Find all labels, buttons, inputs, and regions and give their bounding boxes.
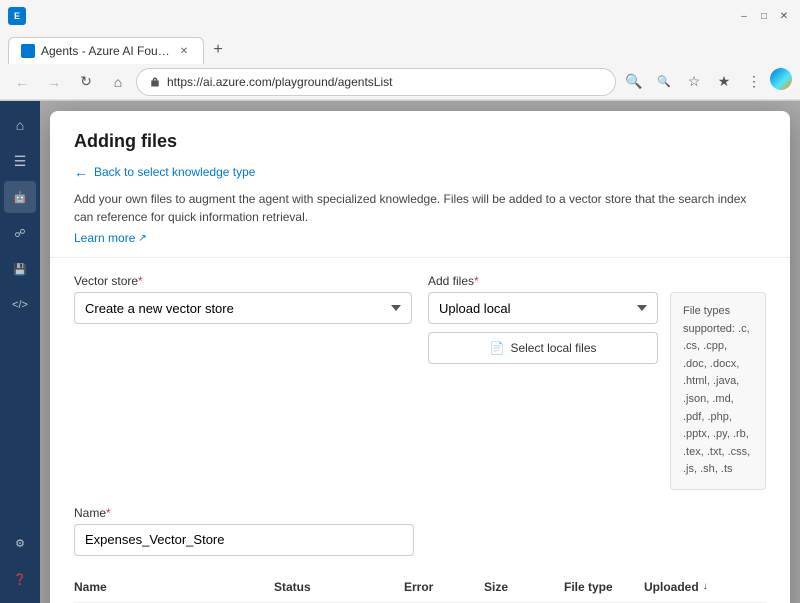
vector-store-select[interactable]: Create a new vector store [74,292,412,324]
window-controls: – □ ✕ [736,8,792,24]
name-required: * [106,506,111,520]
files-table: Name Status Error Size File type Uploade… [74,572,766,603]
tab-favicon [21,44,35,58]
add-files-select[interactable]: Upload local [428,292,658,324]
sidebar-models-button[interactable]: ☍ [4,217,36,249]
sidebar-data-button[interactable]: 💾 [4,253,36,285]
title-bar: E – □ ✕ [0,0,800,32]
tab-close-button[interactable]: ✕ [177,44,191,58]
select-files-label: Select local files [510,341,596,355]
name-input[interactable] [74,524,414,556]
back-link[interactable]: ← Back to select knowledge type [74,164,766,180]
file-types-info: File types supported: .c, .cs, .cpp, .do… [670,292,766,490]
learn-more-label: Learn more [74,231,135,245]
title-bar-left: E [8,7,26,25]
browser-logo: E [8,7,26,25]
active-tab[interactable]: Agents - Azure AI Foundry ✕ [8,37,204,64]
lock-icon [149,76,161,88]
back-link-label: Back to select knowledge type [94,165,255,179]
home-button[interactable]: ⌂ [104,68,132,96]
nav-actions: 🔍 🔍 ☆ ★ ⋮ [620,68,792,96]
select-files-button[interactable]: 📄 Select local files [428,332,658,364]
add-files-required: * [474,274,479,288]
vector-store-required: * [138,274,143,288]
tab-label: Agents - Azure AI Foundry [41,44,171,58]
sidebar-agents-button[interactable]: 🤖 [4,181,36,213]
col-header-uploaded[interactable]: Uploaded ↓ [644,580,766,594]
tab-bar: Agents - Azure AI Foundry ✕ + [0,32,800,64]
col-header-error: Error [404,580,484,594]
zoom-button[interactable]: 🔍 [650,68,678,96]
col-header-name: Name [74,580,274,594]
more-button[interactable]: ⋮ [740,68,768,96]
main-area: ⌂ ☰ 🤖 ☍ 💾 </> ⚙ ❓ Adding files ← Back to… [0,101,800,603]
col-header-status: Status [274,580,404,594]
sidebar-code-button[interactable]: </> [4,289,36,321]
modal-overlay: Adding files ← Back to select knowledge … [40,101,800,603]
adding-files-modal: Adding files ← Back to select knowledge … [50,111,790,603]
add-files-inner: Upload local 📄 Select local files File t… [428,292,766,490]
sidebar-settings-button[interactable]: ⚙ [4,527,36,559]
favorites-button[interactable]: ☆ [680,68,708,96]
forward-button[interactable]: → [40,68,68,96]
table-header: Name Status Error Size File type Uploade… [74,572,766,603]
back-arrow-icon: ← [74,164,88,180]
sidebar-menu-button[interactable]: ☰ [4,145,36,177]
search-button[interactable]: 🔍 [620,68,648,96]
name-group: Name* [74,506,414,556]
maximize-button[interactable]: □ [756,8,772,24]
edge-profile-icon[interactable] [770,68,792,90]
content-area: Adding files ← Back to select knowledge … [40,101,800,603]
sidebar: ⌂ ☰ 🤖 ☍ 💾 </> ⚙ ❓ [0,101,40,603]
add-favorites-button[interactable]: ★ [710,68,738,96]
address-text: https://ai.azure.com/playground/agentsLi… [167,75,603,89]
col-header-filetype: File type [564,580,644,594]
add-files-group: Add files* Upload local 📄 Select lo [428,274,766,490]
form-row-1: Vector store* Create a new vector store … [74,274,766,490]
name-label: Name* [74,506,414,520]
nav-bar: ← → ↻ ⌂ https://ai.azure.com/playground/… [0,64,800,100]
new-tab-button[interactable]: + [204,36,232,64]
modal-header: Adding files ← Back to select knowledge … [50,111,790,258]
modal-body: Vector store* Create a new vector store … [50,258,790,603]
add-files-label: Add files* [428,274,766,288]
external-link-icon: ↗ [138,233,146,244]
refresh-button[interactable]: ↻ [72,68,100,96]
file-icon: 📄 [490,341,505,355]
minimize-button[interactable]: – [736,8,752,24]
close-button[interactable]: ✕ [776,8,792,24]
col-header-size: Size [484,580,564,594]
add-files-left: Upload local 📄 Select local files [428,292,658,490]
sidebar-help-button[interactable]: ❓ [4,563,36,595]
vector-store-label: Vector store* [74,274,412,288]
description-text: Add your own files to augment the agent … [74,190,766,226]
sort-icon: ↓ [703,581,708,592]
vector-store-group: Vector store* Create a new vector store [74,274,412,324]
back-button[interactable]: ← [8,68,36,96]
address-bar[interactable]: https://ai.azure.com/playground/agentsLi… [136,68,616,96]
sidebar-home-button[interactable]: ⌂ [4,109,36,141]
form-row-2: Name* [74,506,766,556]
learn-more-link[interactable]: Learn more ↗ [74,231,147,245]
modal-title: Adding files [74,131,766,152]
